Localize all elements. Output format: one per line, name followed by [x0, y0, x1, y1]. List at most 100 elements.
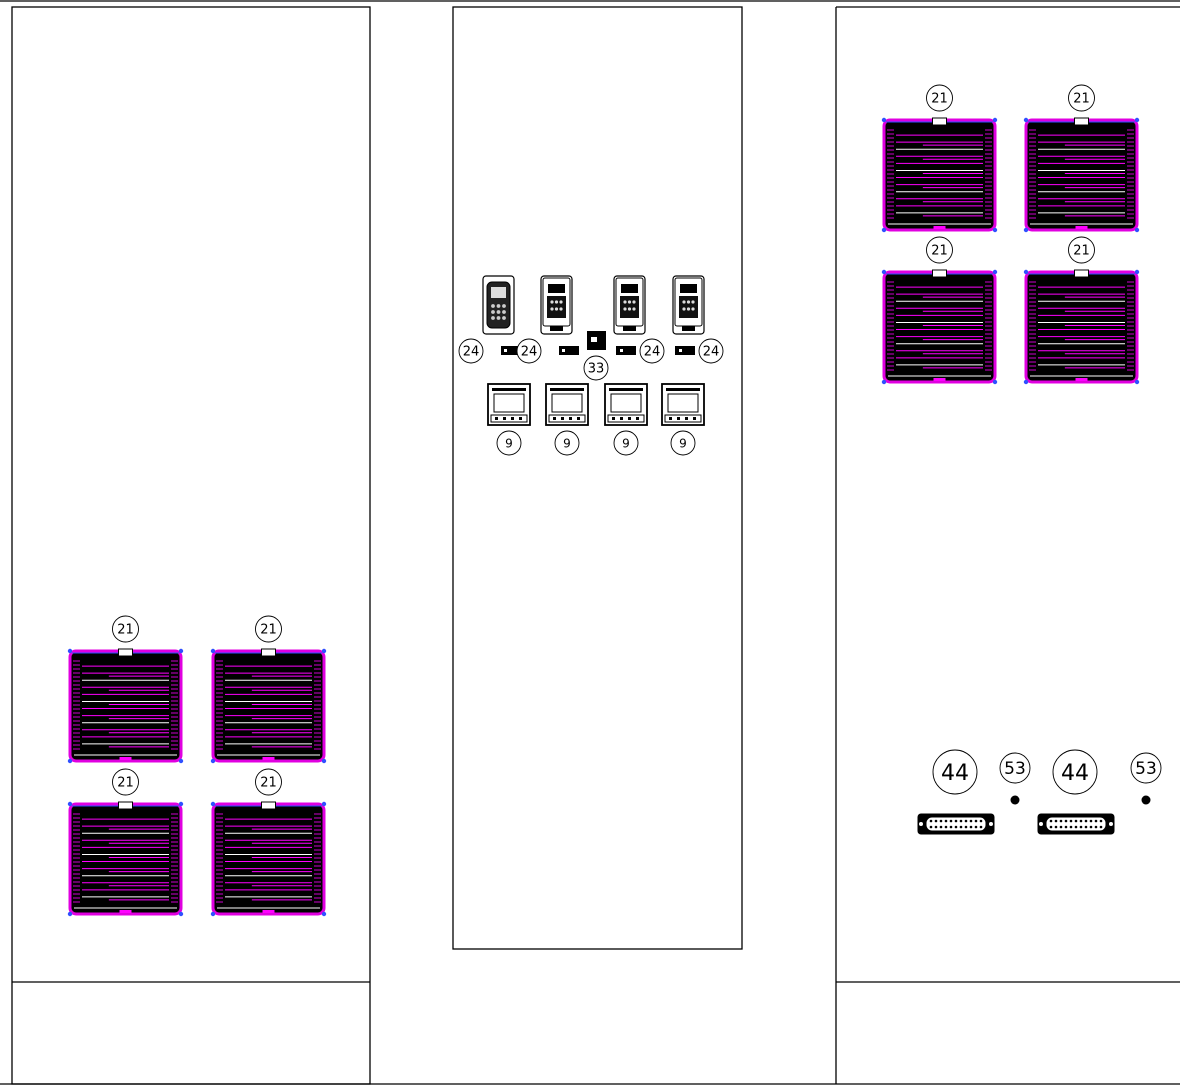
connector-pin	[1084, 819, 1088, 823]
filter-fan-grille: 21	[210, 768, 327, 917]
grille-body	[211, 802, 326, 916]
grille-corner-mark	[1134, 379, 1140, 385]
small-module: 33	[583, 331, 609, 381]
terminal-tag	[675, 346, 695, 355]
callout-balloon: 21	[112, 768, 139, 796]
connector-pin	[1059, 819, 1063, 823]
keypad-key	[682, 300, 686, 304]
keypad-key	[550, 300, 554, 304]
keypad-key	[554, 300, 559, 304]
callout-balloon: 53	[1130, 752, 1162, 784]
balloon-number: 21	[931, 92, 948, 107]
balloon-number: 44	[1061, 761, 1089, 786]
drive-keypad: 24	[672, 275, 724, 364]
keypad-key	[632, 300, 636, 304]
connector-pin	[1089, 819, 1093, 823]
grille-corner-mark	[210, 758, 216, 764]
terminal-tag	[616, 346, 636, 355]
connector-pin	[979, 825, 983, 829]
balloon-number: 9	[563, 436, 571, 450]
panel-meter: 9	[604, 383, 648, 456]
meter-button	[685, 417, 688, 420]
meter-button	[519, 417, 522, 420]
grille-bottom-tab	[119, 910, 132, 913]
connector-pin	[964, 819, 968, 823]
drive-keypad: 24	[458, 275, 521, 364]
filter-fan-grille: 21	[1023, 84, 1140, 233]
meter-button	[620, 417, 623, 420]
module-window	[591, 337, 597, 342]
keypad-key	[686, 307, 691, 311]
connector-pin	[1099, 825, 1103, 829]
grille-latch	[1074, 117, 1089, 126]
grille-corner-mark	[1023, 117, 1029, 123]
connector-pin	[1064, 819, 1068, 823]
callout-balloon: 21	[255, 768, 282, 796]
grille-body	[882, 118, 997, 232]
indicator-lamp: 53	[1130, 752, 1162, 805]
connector-insert	[925, 816, 987, 832]
balloon-number: 9	[505, 436, 513, 450]
grille-bottom-tab	[933, 378, 946, 381]
keypad-display	[491, 287, 506, 298]
meter-button	[693, 417, 696, 420]
grille-bottom-tab	[1075, 378, 1088, 381]
panel-meter: 9	[661, 383, 705, 456]
connector-pin	[1054, 825, 1058, 829]
indicator-lamp: 53	[999, 752, 1031, 805]
keypad-key	[502, 310, 506, 314]
grille-latch	[1074, 269, 1089, 278]
keypad-key	[502, 304, 506, 308]
keypad-key	[627, 300, 632, 304]
grille-body	[211, 649, 326, 763]
grille-bottom-tab	[262, 910, 275, 913]
filter-fan-grille: 21	[1023, 236, 1140, 385]
connector-pin	[1064, 825, 1068, 829]
connector-pin	[964, 825, 968, 829]
grille-corner-mark	[881, 379, 887, 385]
meter-button	[511, 417, 514, 420]
grille-latch	[261, 801, 276, 810]
grille-corner-mark	[178, 911, 184, 917]
connector-pin	[929, 819, 933, 823]
callout-balloon: 33	[583, 355, 609, 381]
keypad-foot	[623, 326, 636, 331]
grille-bottom-tab	[1075, 226, 1088, 229]
connector-pin	[954, 819, 958, 823]
balloon-number: 24	[521, 345, 538, 360]
meter-top-strip	[609, 388, 643, 391]
callout-balloon: 9	[670, 430, 696, 456]
center-panel-outline	[452, 6, 743, 950]
balloon-number: 21	[117, 623, 134, 638]
multipin-connector: 44	[1037, 749, 1115, 835]
grille-corner-mark	[210, 648, 216, 654]
balloon-number: 21	[260, 623, 277, 638]
connector-screw	[1039, 822, 1043, 826]
keypad-foot	[550, 326, 563, 331]
grille-latch	[118, 801, 133, 810]
keypad-key	[496, 316, 501, 320]
grille-bottom-tab	[262, 757, 275, 760]
grille-corner-mark	[881, 269, 887, 275]
connector-pin	[929, 825, 933, 829]
connector-pin	[954, 825, 958, 829]
drive-keypad: 24	[613, 275, 665, 364]
keypad-key	[550, 307, 554, 311]
grille-corner-mark	[992, 269, 998, 275]
callout-balloon: 24	[639, 338, 665, 364]
grille-latch	[932, 117, 947, 126]
grille-corner-mark	[210, 801, 216, 807]
keypad-key	[496, 304, 501, 308]
connector-pin	[944, 819, 948, 823]
connector-pin	[1059, 825, 1063, 829]
balloon-number: 21	[260, 776, 277, 791]
connector-pin	[934, 825, 938, 829]
keypad-key	[627, 307, 632, 311]
meter-display	[493, 393, 525, 413]
callout-balloon: 21	[926, 236, 953, 264]
connector-pin	[1074, 819, 1078, 823]
meter-display	[610, 393, 642, 413]
connector-pin	[969, 825, 973, 829]
grille-corner-mark	[178, 801, 184, 807]
balloon-number: 24	[463, 345, 480, 360]
